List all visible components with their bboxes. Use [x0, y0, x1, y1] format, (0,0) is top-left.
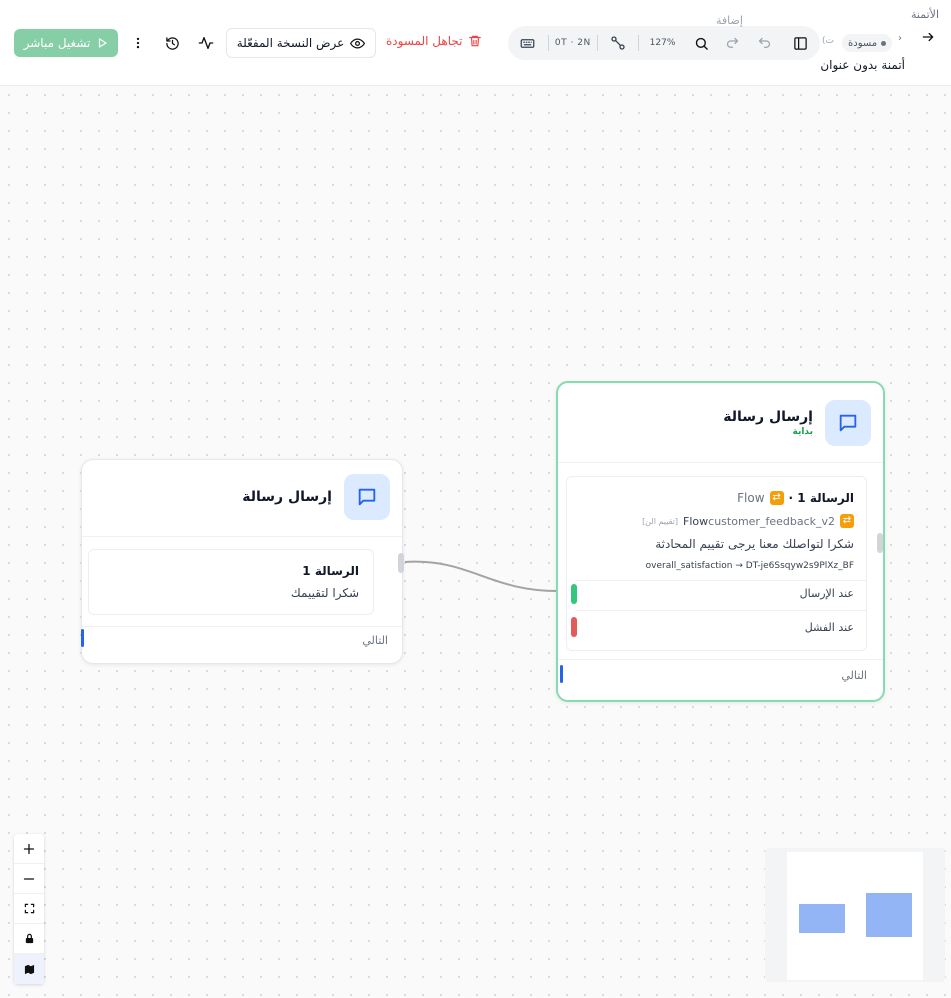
chevron-right-icon: › [898, 33, 902, 44]
flow-name: Flowcustomer_feedback_v2 [683, 514, 835, 528]
on-send-port[interactable] [571, 584, 577, 604]
top-bar: تشغيل مباشر عرض النسخة المفعّلة تجاهل ال… [0, 0, 951, 86]
minimap-node-left [799, 904, 845, 933]
draft-extra-label: (ت [822, 36, 834, 46]
message-title: الرسالة 1 · [788, 491, 854, 505]
message-card[interactable]: الرسالة 1 · ⇄ Flow ⇄ Flowcustomer_feedba… [566, 476, 867, 651]
divider [558, 462, 883, 463]
editor-toolbar: 0T · 2N 127% [508, 26, 820, 60]
flow-icon: ⇄ [840, 514, 854, 528]
panel-icon [793, 36, 807, 50]
connector-icon [610, 36, 625, 50]
activity-button[interactable] [193, 30, 219, 56]
back-button[interactable] [921, 30, 935, 48]
message-card[interactable]: الرسالة 1 شكرا لتقييمك [88, 549, 374, 615]
connect-button[interactable] [598, 26, 638, 60]
history-icon [165, 36, 179, 50]
flow-icon: ⇄ [769, 491, 784, 505]
zoom-level[interactable]: 127% [639, 26, 687, 60]
on-fail-port[interactable] [571, 617, 577, 637]
plus-icon [23, 843, 35, 854]
keyboard-icon [521, 38, 535, 48]
discard-draft-label: تجاهل المسودة [386, 34, 463, 48]
more-vertical-icon [136, 37, 140, 49]
discard-draft-button[interactable]: تجاهل المسودة [386, 34, 482, 48]
fit-view-button[interactable] [14, 894, 44, 924]
on-send-label: عند الإرسال [799, 587, 854, 600]
more-options-button[interactable] [125, 30, 151, 56]
undo-icon [758, 37, 770, 48]
message-text: شكرا لتقييمك [290, 586, 359, 600]
message-square-icon [344, 474, 390, 520]
next-port[interactable] [560, 665, 563, 683]
view-published-label: عرض النسخة المفعّلة [236, 36, 345, 50]
zoom-out-button[interactable] [14, 864, 44, 894]
node-count-label: 0T · 2N [554, 38, 591, 48]
on-fail-label: عند الفشل [804, 621, 854, 634]
breadcrumb-automations[interactable]: الأتمنة [911, 8, 939, 21]
history-button[interactable] [159, 30, 185, 56]
node-header: إرسال رسالة [242, 474, 390, 520]
draft-status-label: مسودة [848, 37, 878, 49]
status-dot [881, 40, 887, 46]
canvas-controls [14, 834, 44, 984]
add-ghost-label: إضافة [716, 14, 743, 27]
run-live-label: تشغيل مباشر [23, 36, 91, 50]
flow-tag: [تقييم الن] [642, 516, 679, 526]
keyboard-shortcuts-button[interactable] [508, 26, 548, 60]
divider [558, 659, 883, 660]
lock-icon [25, 933, 33, 944]
play-icon [99, 38, 107, 48]
trash-icon [469, 35, 482, 47]
eye-icon [350, 37, 366, 49]
flow-info-row: ⇄ Flowcustomer_feedback_v2 [تقييم الن] [642, 514, 854, 528]
send-message-node-left[interactable]: إرسال رسالة الرسالة 1 شكرا لتقييمك التال… [81, 459, 404, 664]
search-button[interactable] [686, 26, 716, 60]
node-title: إرسال رسالة [723, 409, 813, 425]
arrow-right-icon [922, 32, 934, 42]
minimap-node-right [866, 893, 912, 937]
redo-button[interactable] [716, 26, 748, 60]
view-published-button[interactable]: عرض النسخة المفعّلة [226, 28, 376, 58]
output-handle[interactable] [877, 533, 883, 553]
run-live-button[interactable]: تشغيل مباشر [14, 29, 118, 57]
search-icon [695, 37, 708, 50]
node-header: إرسال رسالة بداية [723, 400, 871, 446]
field-mapping: overall_satisfaction → DT-je6Ssqyw2s9PlX… [645, 561, 854, 571]
map-icon [24, 964, 34, 974]
message-title: الرسالة 1 [302, 564, 359, 578]
zoom-in-button[interactable] [14, 834, 44, 864]
minimap[interactable] [765, 848, 945, 982]
minus-icon [23, 877, 35, 880]
start-badge: بداية [792, 427, 813, 437]
next-label: التالي [362, 634, 388, 647]
divider [82, 626, 402, 627]
message-text: شكرا لتواصلك معنا يرجى تقييم المحادثة [655, 537, 854, 551]
minimap-toggle-button[interactable] [14, 954, 44, 984]
flow-word: Flow [737, 491, 765, 505]
output-handle[interactable] [398, 553, 404, 573]
automation-title[interactable]: أتمنة بدون عنوان [820, 58, 905, 72]
send-message-node-start[interactable]: إرسال رسالة بداية الرسالة 1 · ⇄ Flow ⇄ F… [556, 381, 885, 702]
divider [575, 580, 866, 581]
next-label: التالي [841, 669, 867, 682]
divider [82, 536, 402, 537]
lock-button[interactable] [14, 924, 44, 954]
node-title: إرسال رسالة [242, 489, 332, 505]
activity-icon [198, 37, 214, 49]
redo-icon [726, 37, 738, 48]
divider [575, 610, 866, 611]
undo-button[interactable] [748, 26, 780, 60]
next-port[interactable] [81, 629, 84, 647]
message-title-row: الرسالة 1 · ⇄ Flow [737, 491, 854, 505]
fit-view-icon [24, 903, 34, 914]
draft-status-badge: مسودة [842, 34, 893, 52]
toggle-panel-button[interactable] [780, 26, 820, 60]
message-square-icon [825, 400, 871, 446]
